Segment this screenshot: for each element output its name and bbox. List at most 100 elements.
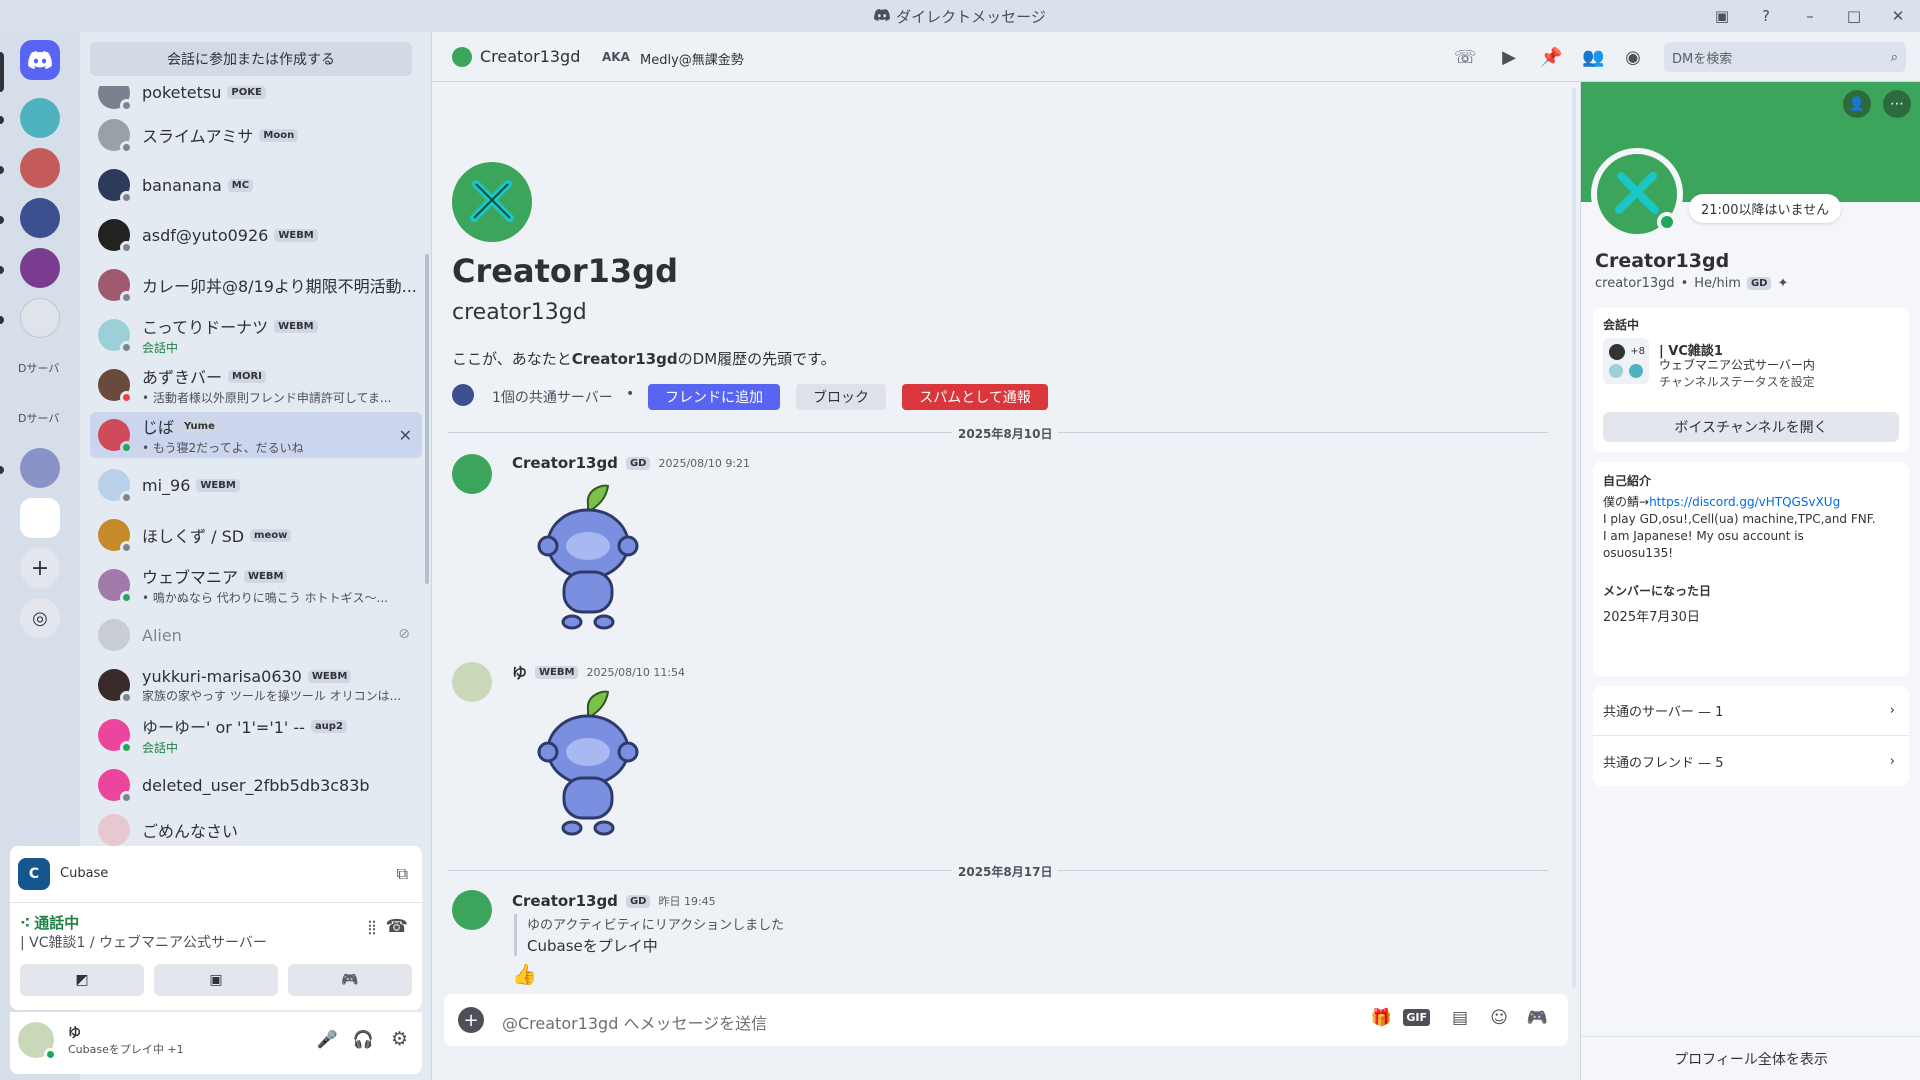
server-tag: MC — [227, 178, 254, 192]
dm-item[interactable]: こってりドーナツ WEBM 会話中 — [90, 312, 422, 358]
dm-name: スライムアミサ — [142, 127, 254, 146]
upload-plus-icon[interactable]: + — [458, 1007, 484, 1033]
custom-status-bubble: 21:00以降はいません — [1689, 194, 1842, 223]
share-screen-button[interactable]: ▣ — [154, 964, 278, 996]
voice-call-icon[interactable]: ☏ — [1454, 47, 1477, 69]
inbox-icon[interactable]: ▣ — [1710, 4, 1734, 28]
dm-item[interactable]: ウェブマニア WEBM • 鳴かぬなら 代わりに鳴こう ホトトギス〜... — [90, 562, 422, 608]
user-avatar[interactable] — [18, 1022, 57, 1061]
mutual-servers-link[interactable]: 1個の共通サーバー — [492, 387, 613, 407]
dm-item[interactable]: yukkuri-marisa0630 WEBM 家族の家やっす ツールを操ツール オ… — [90, 662, 422, 708]
header-username[interactable]: Creator13gd — [480, 47, 580, 66]
close-dm-icon[interactable]: ✕ — [399, 426, 412, 445]
gif-icon[interactable]: GIF — [1403, 1009, 1430, 1026]
dm-item[interactable]: asdf@yuto0926 WEBM — [90, 212, 422, 258]
server-icon[interactable] — [20, 498, 60, 538]
view-full-profile-button[interactable]: プロフィール全体を表示 — [1581, 1036, 1920, 1080]
emoji-icon[interactable]: ☺ — [1490, 1008, 1508, 1028]
about-invite-link[interactable]: https://discord.gg/vHTQGSvXUg — [1649, 495, 1840, 509]
find-conversation-button[interactable]: 会話に参加または作成する — [90, 42, 412, 76]
maximize-button[interactable]: □ — [1842, 4, 1866, 28]
help-icon[interactable]: ? — [1754, 4, 1778, 28]
dm-item[interactable]: スライムアミサ Moon — [90, 112, 422, 158]
message-author[interactable]: ゆ — [512, 662, 527, 683]
dm-search-input[interactable]: DMを検索 ⌕ — [1664, 42, 1906, 72]
message-avatar[interactable] — [452, 890, 492, 930]
minimize-button[interactable]: – — [1798, 4, 1822, 28]
gift-icon[interactable]: 🎁 — [1371, 1008, 1392, 1028]
server-icon[interactable] — [20, 98, 60, 138]
scrollbar[interactable] — [425, 254, 429, 584]
discover-icon[interactable]: ◎ — [20, 598, 60, 638]
thumbs-up-reaction[interactable]: 👍 — [512, 962, 537, 986]
message-author[interactable]: Creator13gd — [512, 454, 618, 472]
profile-avatar[interactable] — [1591, 148, 1683, 240]
settings-icon[interactable]: ⚙ — [391, 1028, 408, 1050]
dm-name: bananana — [142, 175, 222, 195]
dm-item[interactable]: mi_96 WEBM — [90, 462, 422, 508]
server-icon[interactable] — [20, 298, 60, 338]
add-friend-icon[interactable]: 👤 — [1843, 90, 1871, 118]
intro-avatar[interactable] — [452, 162, 532, 242]
message-timestamp: 2025/08/10 9:21 — [658, 456, 751, 470]
voice-status[interactable]: 通話中 — [34, 912, 79, 933]
open-voice-channel-button[interactable]: ボイスチャンネルを開く — [1603, 412, 1899, 442]
activity-button[interactable]: 🎮 — [288, 964, 412, 996]
message-avatar[interactable] — [452, 454, 492, 494]
camera-off-button[interactable]: ◩ — [20, 964, 144, 996]
dm-item[interactable]: poketetsu POKE — [90, 86, 422, 112]
dm-item[interactable]: あずきバー MORI • 活動者様以外原則フレンド申請許可してま... — [90, 362, 422, 408]
aka-name: Medly@無課金勢 — [640, 53, 744, 68]
add-friend-button[interactable]: フレンドに追加 — [648, 384, 780, 410]
dm-item[interactable]: Alien ⊘ — [90, 612, 422, 658]
message-author[interactable]: Creator13gd — [512, 892, 618, 910]
member-since-date: 2025年7月30日 — [1603, 610, 1700, 625]
home-button[interactable] — [20, 40, 60, 80]
cubase-app-icon: C — [18, 858, 50, 890]
user-profile-icon[interactable]: ◉ — [1622, 47, 1644, 69]
server-icon[interactable] — [20, 448, 60, 488]
video-call-icon[interactable]: ▶ — [1498, 47, 1520, 69]
voice-activity-label: 会話中 — [1603, 318, 1640, 332]
chat-scrollbar[interactable] — [1572, 88, 1576, 988]
block-button[interactable]: ブロック — [796, 384, 886, 410]
disconnect-icon[interactable]: ☎ — [386, 916, 408, 937]
channel-status-link[interactable]: チャンネルステータスを設定 — [1659, 373, 1815, 390]
avatar — [98, 519, 133, 554]
user-name: ゆ — [68, 1026, 82, 1041]
server-icon[interactable] — [20, 248, 60, 288]
dm-item[interactable]: ごめんなさい — [90, 812, 422, 848]
server-folder-label[interactable]: Dサーバ — [18, 360, 59, 376]
server-icon[interactable] — [20, 148, 60, 188]
server-folder-label[interactable]: Dサーバ — [18, 410, 59, 426]
noise-suppression-icon[interactable]: ⦙⦙ — [368, 918, 376, 939]
server-icon[interactable] — [20, 198, 60, 238]
pinned-icon[interactable]: 📌 — [1540, 47, 1562, 69]
mutual-server-icon[interactable] — [452, 384, 474, 406]
mutual-friends-row[interactable]: 共通のフレンド — 5 › — [1593, 736, 1909, 786]
sticker-wumpus[interactable] — [528, 690, 648, 844]
voice-channel-label[interactable]: | VC雑談1 / ウェブマニア公式サーバー — [20, 932, 267, 952]
sticker-icon[interactable]: ▤ — [1452, 1008, 1468, 1028]
dm-item[interactable]: カレー卯丼@8/19より期限不明活動... — [90, 262, 422, 308]
more-options-icon[interactable]: ⋯ — [1883, 90, 1911, 118]
dm-item[interactable]: bananana MC — [90, 162, 422, 208]
headphones-icon[interactable]: 🎧 — [353, 1030, 374, 1050]
message-avatar[interactable] — [452, 662, 492, 702]
dm-item[interactable]: deleted_user_2fbb5db3c83b — [90, 762, 422, 808]
mutual-servers-row[interactable]: 共通のサーバー — 1 › — [1593, 686, 1909, 736]
dm-item-selected[interactable]: じば Yume • もう寝2だってよ、だるいね ✕ — [90, 412, 422, 458]
message-input[interactable]: @Creator13gd へメッセージを送信 — [502, 1010, 767, 1034]
dm-item[interactable]: ゆーゆー' or '1'='1' -- aup2 会話中 — [90, 712, 422, 758]
chat-area: Creator13gd creator13gd ここが、あなたとCreator1… — [432, 82, 1580, 1080]
stream-icon[interactable]: ⧉ — [397, 864, 408, 884]
close-button[interactable]: ✕ — [1886, 4, 1910, 28]
microphone-icon[interactable]: 🎤 — [317, 1030, 338, 1050]
sticker-wumpus[interactable] — [528, 484, 648, 638]
add-friends-to-dm-icon[interactable]: 👥 — [1582, 47, 1604, 69]
user-panel: ゆ Cubaseをプレイ中 +1 🎤 🎧 ⚙ — [10, 1012, 422, 1074]
add-server-icon[interactable]: + — [20, 548, 60, 588]
report-spam-button[interactable]: スパムとして通報 — [902, 384, 1048, 410]
activities-gamepad-icon[interactable]: 🎮 — [1527, 1008, 1548, 1028]
dm-item[interactable]: ほしくず / SD meow — [90, 512, 422, 558]
